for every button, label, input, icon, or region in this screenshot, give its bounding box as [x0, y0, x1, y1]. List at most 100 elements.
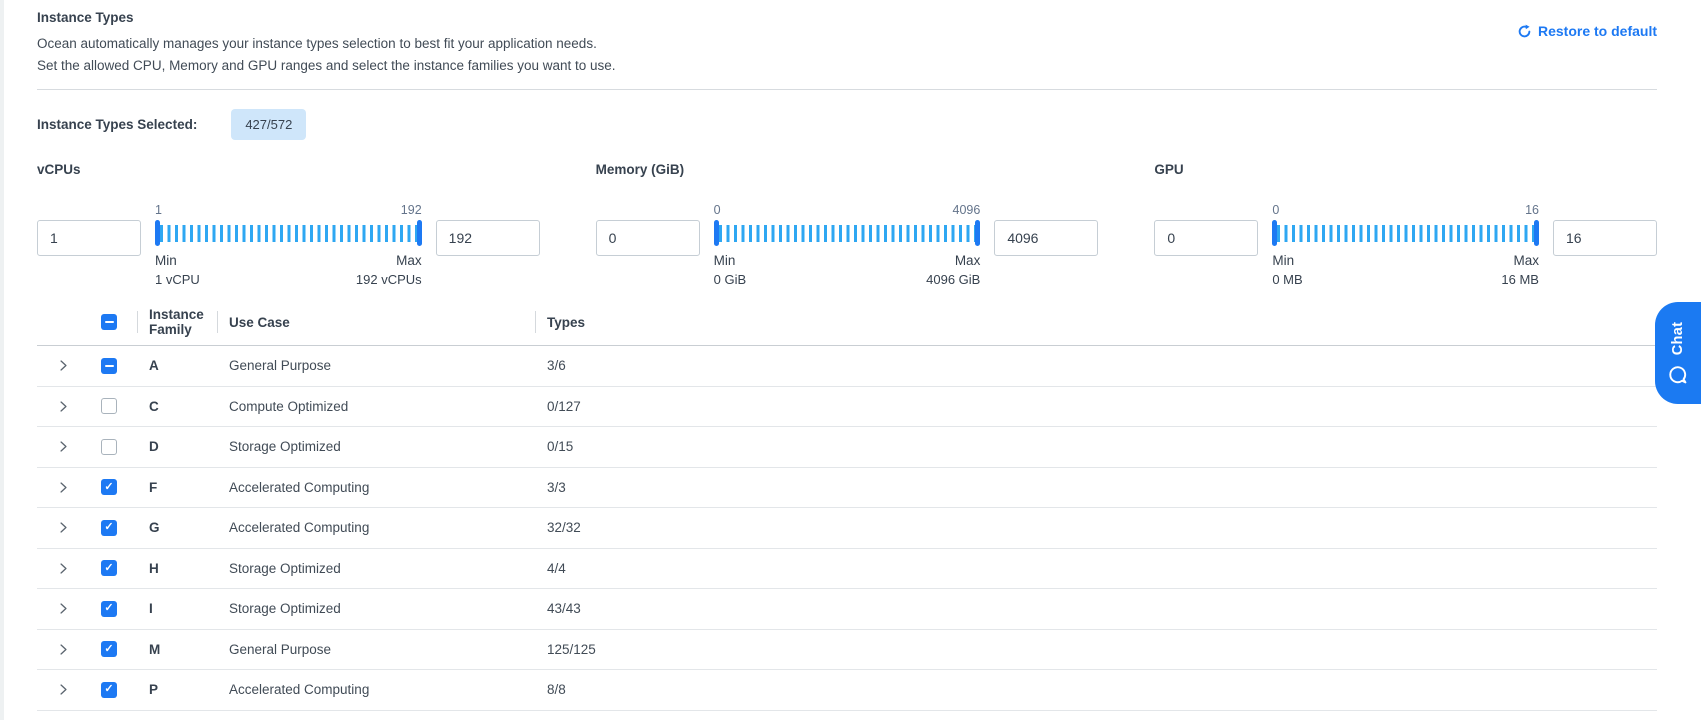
row-family: A [137, 358, 217, 373]
table-row: G Accelerated Computing 32/32 [37, 508, 1657, 549]
table-header-row: Instance Family Use Case Types [37, 307, 1657, 346]
gpu-range-min: 0 [1272, 203, 1279, 217]
gpu-range-max: 16 [1525, 203, 1539, 217]
vcpus-slider-track[interactable] [160, 225, 417, 242]
memory-range-labels: 0 4096 [714, 203, 981, 217]
expand-chevron-icon[interactable] [37, 440, 89, 453]
vcpus-min-label: Min [155, 253, 200, 268]
instance-family-table: Instance Family Use Case Types A General… [37, 307, 1657, 720]
restore-to-default-button[interactable]: Restore to default [1517, 23, 1657, 39]
select-all-checkbox[interactable] [101, 314, 117, 330]
memory-min-label: Min [714, 253, 747, 268]
row-use-case: Compute Optimized [217, 399, 535, 414]
chat-button[interactable]: Chat [1655, 302, 1701, 404]
row-checkbox[interactable] [101, 601, 117, 617]
row-use-case: Accelerated Computing [217, 682, 535, 697]
expand-chevron-icon[interactable] [37, 359, 89, 372]
memory-max-label: Max [926, 253, 980, 268]
vcpus-minmax: Min 1 vCPU Max 192 vCPUs [155, 253, 422, 287]
row-use-case: General Purpose [217, 642, 535, 657]
page-title: Instance Types [37, 10, 1657, 25]
row-types: 8/8 [535, 682, 1657, 697]
memory-slider-max-handle[interactable] [975, 220, 980, 246]
selected-count-label: Instance Types Selected: [37, 117, 197, 132]
expand-chevron-icon[interactable] [37, 562, 89, 575]
panel-header: Instance Types Ocean automatically manag… [37, 0, 1657, 90]
gpu-section: GPU 0 16 Min 0 M [1154, 162, 1657, 287]
table-row: M General Purpose 125/125 [37, 630, 1657, 671]
memory-range-max: 4096 [953, 203, 981, 217]
memory-min-input[interactable] [596, 220, 700, 256]
row-use-case: Storage Optimized [217, 561, 535, 576]
table-row: R Memory Optimized 134/134 [37, 711, 1657, 720]
gpu-min-sub: 0 MB [1272, 272, 1302, 287]
memory-slider-track[interactable] [719, 225, 976, 242]
row-checkbox[interactable] [101, 479, 117, 495]
vcpus-range-min: 1 [155, 203, 162, 217]
description-line-1: Ocean automatically manages your instanc… [37, 33, 1657, 55]
chat-bubble-icon [1668, 364, 1689, 385]
expand-chevron-icon[interactable] [37, 683, 89, 696]
page-edge [0, 0, 4, 720]
vcpus-range-max: 192 [401, 203, 422, 217]
vcpus-min-sub: 1 vCPU [155, 272, 200, 287]
memory-section: Memory (GiB) 0 4096 Min [596, 162, 1099, 287]
row-types: 32/32 [535, 520, 1657, 535]
row-use-case: Storage Optimized [217, 439, 535, 454]
row-family: G [137, 520, 217, 535]
instance-types-panel: Instance Types Ocean automatically manag… [37, 0, 1657, 720]
table-body: A General Purpose 3/6 C Compute Optimize… [37, 346, 1657, 720]
restore-to-default-label: Restore to default [1538, 23, 1657, 39]
row-checkbox[interactable] [101, 520, 117, 536]
gpu-slider-max-handle[interactable] [1534, 220, 1539, 246]
row-checkbox[interactable] [101, 682, 117, 698]
row-types: 4/4 [535, 561, 1657, 576]
memory-title: Memory (GiB) [596, 162, 1099, 177]
memory-max-input[interactable] [994, 220, 1098, 256]
vcpus-section: vCPUs 1 192 Min [37, 162, 540, 287]
vcpus-title: vCPUs [37, 162, 540, 177]
gpu-max-input[interactable] [1553, 220, 1657, 256]
row-types: 43/43 [535, 601, 1657, 616]
column-header-instance-family: Instance Family [137, 307, 217, 337]
row-checkbox[interactable] [101, 641, 117, 657]
vcpus-max-input[interactable] [436, 220, 540, 256]
gpu-slider-track[interactable] [1277, 225, 1534, 242]
table-row: I Storage Optimized 43/43 [37, 589, 1657, 630]
vcpus-max-label: Max [356, 253, 422, 268]
row-checkbox[interactable] [101, 560, 117, 576]
table-row: H Storage Optimized 4/4 [37, 549, 1657, 590]
expand-chevron-icon[interactable] [37, 602, 89, 615]
memory-max-sub: 4096 GiB [926, 272, 980, 287]
row-types: 3/3 [535, 480, 1657, 495]
gpu-slider[interactable] [1272, 220, 1539, 246]
row-types: 0/15 [535, 439, 1657, 454]
row-checkbox[interactable] [101, 439, 117, 455]
table-row: C Compute Optimized 0/127 [37, 387, 1657, 428]
gpu-title: GPU [1154, 162, 1657, 177]
row-family: M [137, 642, 217, 657]
vcpus-slider-max-handle[interactable] [417, 220, 422, 246]
row-family: I [137, 601, 217, 616]
row-checkbox[interactable] [101, 398, 117, 414]
row-checkbox[interactable] [101, 358, 117, 374]
gpu-max-sub: 16 MB [1501, 272, 1539, 287]
vcpus-slider[interactable] [155, 220, 422, 246]
column-header-use-case: Use Case [217, 315, 535, 330]
selected-count-badge: 427/572 [231, 109, 306, 140]
gpu-range-labels: 0 16 [1272, 203, 1539, 217]
vcpus-min-input[interactable] [37, 220, 141, 256]
expand-chevron-icon[interactable] [37, 521, 89, 534]
table-row: F Accelerated Computing 3/3 [37, 468, 1657, 509]
row-use-case: Accelerated Computing [217, 520, 535, 535]
gpu-min-input[interactable] [1154, 220, 1258, 256]
expand-chevron-icon[interactable] [37, 481, 89, 494]
row-types: 3/6 [535, 358, 1657, 373]
gpu-minmax: Min 0 MB Max 16 MB [1272, 253, 1539, 287]
column-header-types: Types [535, 315, 1657, 330]
memory-slider[interactable] [714, 220, 981, 246]
table-row: D Storage Optimized 0/15 [37, 427, 1657, 468]
header-divider [37, 89, 1657, 90]
expand-chevron-icon[interactable] [37, 643, 89, 656]
expand-chevron-icon[interactable] [37, 400, 89, 413]
